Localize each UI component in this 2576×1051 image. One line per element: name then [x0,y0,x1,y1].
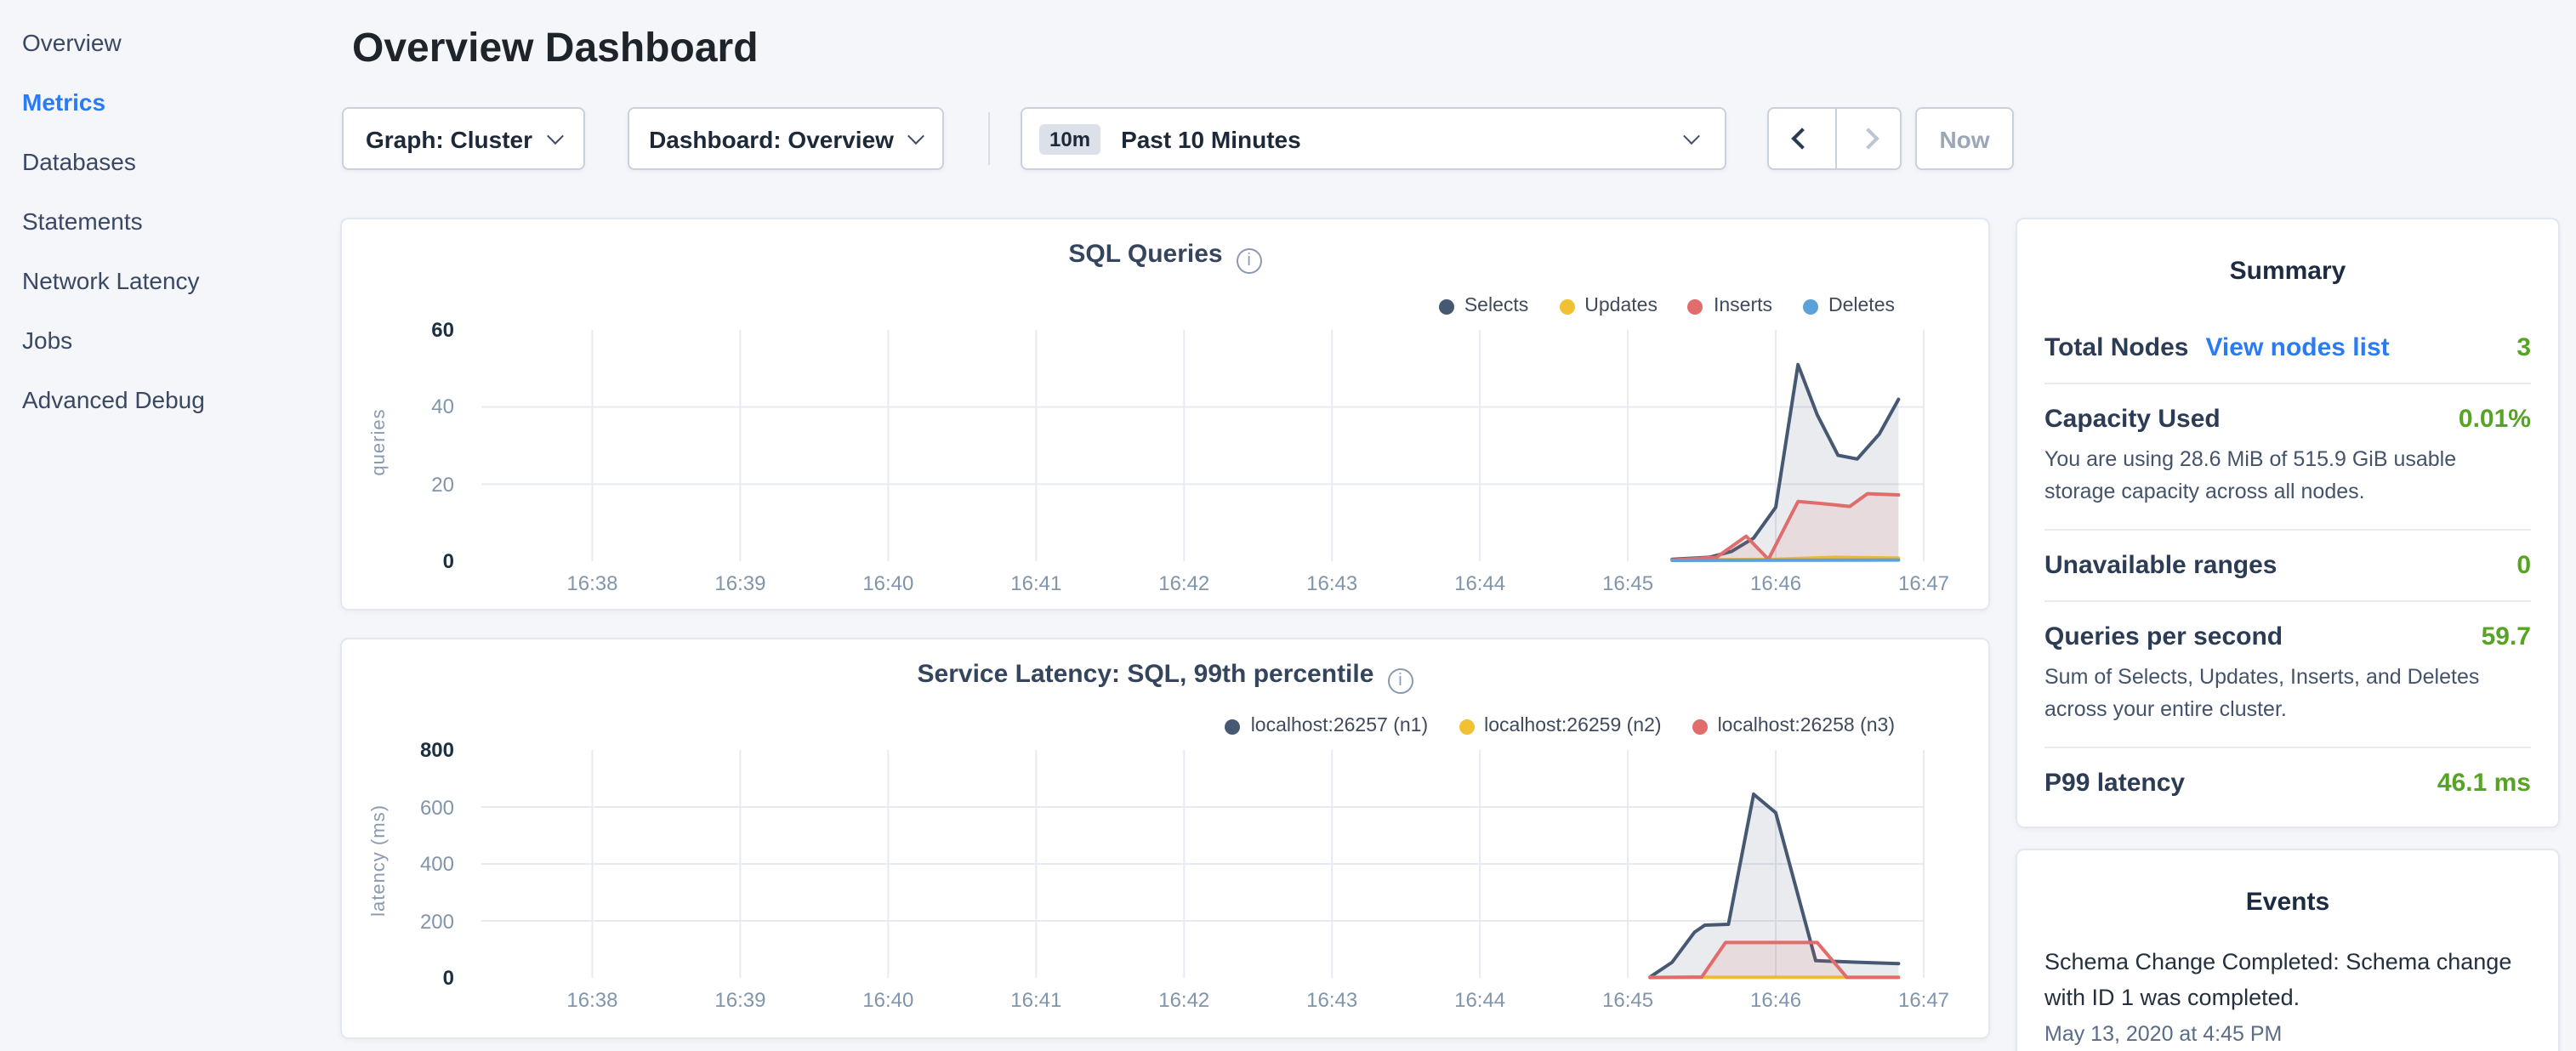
summary-row-label: Total Nodes [2044,333,2188,362]
divider [2044,529,2531,531]
chevron-right-icon [1857,128,1879,149]
chart-plot-area[interactable] [342,219,1988,609]
summary-row-value: 46.1 ms [2437,769,2531,798]
x-axis-tick: 16:47 [1873,571,1975,595]
y-axis-label: queries [369,357,390,527]
summary-row-subtext: You are using 28.6 MiB of 515.9 GiB usab… [2044,444,2531,508]
page: OverviewMetricsDatabasesStatementsNetwor… [0,0,2576,1051]
sidebar-item-statements[interactable]: Statements [22,192,311,252]
toolbar-divider [988,112,990,165]
summary-row-value: 59.7 [2482,622,2531,651]
chevron-down-icon [908,128,925,145]
now-button[interactable]: Now [1915,107,2014,170]
x-axis-tick: 16:38 [541,988,643,1012]
summary-row-value: 0 [2516,551,2531,580]
service-latency-chart-card: Service Latency: SQL, 99th percentilei l… [340,638,1990,1039]
sidebar-item-overview[interactable]: Overview [22,14,311,73]
event-text: Schema Change Completed: Schema change w… [2044,944,2531,1015]
x-axis-tick: 16:45 [1577,571,1679,595]
x-axis-tick: 16:39 [689,571,791,595]
x-axis-tick: 16:46 [1725,988,1827,1012]
summary-row-value: 3 [2516,333,2531,362]
view-nodes-list-link[interactable]: View nodes list [2205,333,2389,362]
y-axis-tick: 20 [349,472,454,496]
x-axis-tick: 16:47 [1873,988,1975,1012]
x-axis-tick: 16:45 [1577,988,1679,1012]
sidebar-nav: OverviewMetricsDatabasesStatementsNetwor… [22,14,311,430]
y-axis-tick: 600 [349,795,454,819]
divider [2044,383,2531,384]
y-axis-tick: 800 [349,738,454,762]
time-window-badge: 10m [1039,123,1100,154]
sidebar-item-advanced-debug[interactable]: Advanced Debug [22,371,311,430]
chevron-down-icon [1683,128,1700,145]
summary-row: Unavailable ranges 0 [2044,551,2531,580]
time-range-dropdown[interactable]: 10m Past 10 Minutes [1021,107,1726,170]
summary-row-subtext: Sum of Selects, Updates, Inserts, and De… [2044,662,2531,726]
dashboard-dropdown[interactable]: Dashboard: Overview [628,107,944,170]
sidebar-item-jobs[interactable]: Jobs [22,311,311,371]
chevron-left-icon [1791,128,1812,149]
page-title: Overview Dashboard [352,26,759,73]
chevron-down-icon [547,128,564,145]
event-timestamp: May 13, 2020 at 4:45 PM [2044,1022,2531,1046]
next-time-button[interactable] [1834,109,1900,168]
y-axis-tick: 200 [349,909,454,933]
events-panel: Events Schema Change Completed: Schema c… [2016,849,2560,1051]
sidebar-item-network-latency[interactable]: Network Latency [22,252,311,311]
x-axis-tick: 16:39 [689,988,791,1012]
summary-row: Queries per second 59.7 [2044,622,2531,651]
summary-row: Capacity Used 0.01% [2044,405,2531,434]
x-axis-tick: 16:40 [837,988,939,1012]
y-axis-tick: 40 [349,395,454,419]
y-axis-tick: 400 [349,852,454,876]
summary-row-label: Queries per second [2044,622,2283,651]
x-axis-tick: 16:40 [837,571,939,595]
x-axis-tick: 16:44 [1429,988,1531,1012]
time-window-label: Past 10 Minutes [1121,125,1301,152]
time-step-buttons [1767,107,1902,170]
x-axis-tick: 16:43 [1281,571,1383,595]
divider [2044,600,2531,602]
x-axis-tick: 16:38 [541,571,643,595]
summary-panel: Summary Total Nodes View nodes list 3 Capac… [2016,218,2560,828]
y-axis-label: latency (ms) [369,775,390,946]
summary-row-value: 0.01% [2459,405,2531,434]
dashboard-dropdown-label: Dashboard: Overview [649,125,894,152]
sidebar-item-databases[interactable]: Databases [22,133,311,192]
events-heading: Events [2044,888,2531,917]
x-axis-tick: 16:44 [1429,571,1531,595]
y-axis-tick: 0 [349,966,454,990]
summary-row: P99 latency 46.1 ms [2044,769,2531,798]
summary-row-label: Capacity Used [2044,405,2221,434]
x-axis-tick: 16:41 [985,571,1087,595]
x-axis-tick: 16:42 [1133,571,1235,595]
sql-queries-chart-card: SQL Queriesi SelectsUpdatesInsertsDelete… [340,218,1990,611]
x-axis-tick: 16:42 [1133,988,1235,1012]
summary-heading: Summary [2044,257,2531,286]
sidebar-item-metrics[interactable]: Metrics [22,73,311,133]
y-axis-tick: 60 [349,318,454,342]
summary-row-label: P99 latency [2044,769,2185,798]
summary-row-label: Unavailable ranges [2044,551,2277,580]
summary-row: Total Nodes View nodes list 3 [2044,333,2531,362]
prev-time-button[interactable] [1769,109,1834,168]
y-axis-tick: 0 [349,549,454,573]
x-axis-tick: 16:41 [985,988,1087,1012]
divider [2044,747,2531,748]
x-axis-tick: 16:43 [1281,988,1383,1012]
x-axis-tick: 16:46 [1725,571,1827,595]
graph-scope-dropdown-label: Graph: Cluster [366,125,532,152]
graph-scope-dropdown[interactable]: Graph: Cluster [342,107,585,170]
chart-plot-area[interactable] [342,639,1988,1037]
